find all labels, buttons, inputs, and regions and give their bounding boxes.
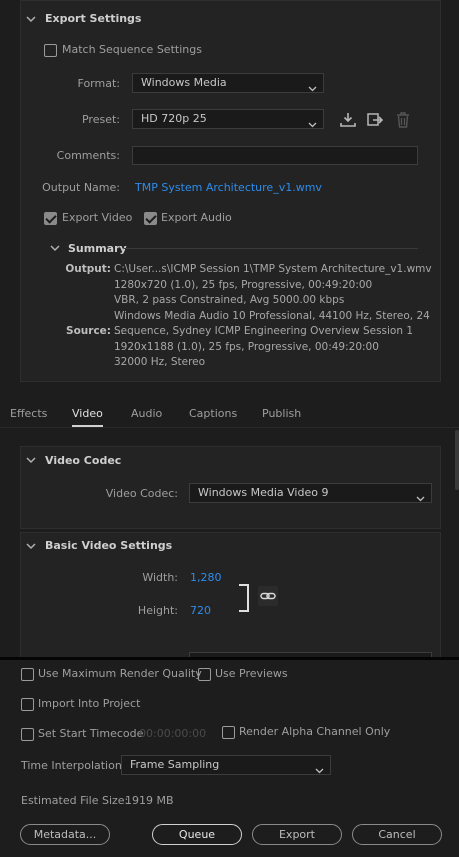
export-video-checkbox[interactable] [44,212,57,225]
summary-output-line: C:\User...s\ICMP Session 1\TMP System Ar… [114,263,432,275]
preset-select-value: HD 720p 25 [141,112,207,125]
start-timecode-value[interactable]: 00:00:00:00 [139,727,206,740]
set-start-timecode-checkbox[interactable] [21,728,34,741]
time-interpolation-select[interactable]: Frame Sampling [121,755,331,775]
output-name-label: Output Name: [42,181,120,194]
delete-preset-icon[interactable] [394,111,412,129]
comments-input[interactable] [132,146,418,165]
import-into-project-checkbox[interactable] [21,698,34,711]
summary-output-label: Output: [65,263,111,275]
export-button[interactable]: Export [252,824,342,845]
time-interpolation-label: Time Interpolation: [21,759,126,772]
chain-link-icon[interactable] [258,586,278,606]
video-codec-label: Video Codec: [105,487,178,500]
chevron-down-icon [315,762,324,780]
import-preset-icon[interactable] [366,111,384,129]
max-render-quality-checkbox[interactable] [21,668,34,681]
queue-button[interactable]: Queue [152,824,242,845]
preset-label: Preset: [81,113,120,126]
match-sequence-checkbox[interactable] [44,44,57,57]
set-start-timecode-label: Set Start Timecode [38,727,144,740]
summary-source-line: 32000 Hz, Stereo [114,356,206,368]
video-codec-select-value: Windows Media Video 9 [198,486,329,499]
use-previews-label: Use Previews [215,667,288,680]
summary-source-line: Sequence, Sydney ICMP Engineering Overvi… [114,325,414,337]
render-alpha-checkbox[interactable] [222,726,235,739]
width-label: Width: [142,571,178,584]
import-into-project-label: Import Into Project [38,697,141,710]
export-video-label: Export Video [62,211,133,224]
metadata-button[interactable]: Metadata... [20,824,110,845]
save-preset-icon[interactable] [339,111,357,129]
video-codec-header: Video Codec [45,454,122,467]
video-codec-select[interactable]: Windows Media Video 9 [189,483,432,503]
comments-label: Comments: [56,149,120,162]
height-label: Height: [137,604,178,617]
render-alpha-label: Render Alpha Channel Only [239,725,391,738]
settings-tabs: Effects Video Audio Captions Publish [0,400,459,428]
summary-source-values: Sequence, Sydney ICMP Engineering Overvi… [114,324,434,371]
scrollbar[interactable] [455,430,459,490]
summary-output-key: Output: [40,262,111,278]
export-settings-header: Export Settings [45,12,142,25]
chevron-down-icon [308,116,317,134]
tab-captions[interactable]: Captions [189,407,237,420]
height-value[interactable]: 720 [190,604,211,617]
summary-source-label: Source: [66,325,111,337]
basic-video-chevron-icon[interactable] [26,541,36,551]
format-select-value: Windows Media [141,76,227,89]
summary-header: Summary [68,242,127,255]
video-codec-chevron-icon[interactable] [26,455,36,465]
export-settings-chevron-icon[interactable] [26,14,36,24]
export-audio-label: Export Audio [161,211,232,224]
summary-source-line: 1920x1188 (1.0), 25 fps, Progressive, 00… [114,340,379,353]
tab-video[interactable]: Video [72,407,103,427]
basic-video-header: Basic Video Settings [45,539,173,552]
tab-effects[interactable]: Effects [10,407,47,420]
tab-audio[interactable]: Audio [131,407,162,420]
estimated-file-size-value: 1919 MB [125,794,174,807]
time-interpolation-select-value: Frame Sampling [130,758,220,771]
use-previews-checkbox[interactable] [198,668,211,681]
max-render-quality-label: Use Maximum Render Quality [38,667,202,680]
match-sequence-label: Match Sequence Settings [62,43,202,56]
summary-chevron-icon[interactable] [50,243,60,253]
format-select[interactable]: Windows Media [132,73,324,93]
format-label: Format: [77,77,120,90]
export-audio-checkbox[interactable] [144,212,157,225]
chevron-down-icon [416,490,425,508]
estimated-file-size-label: Estimated File Size: [21,794,129,807]
width-value[interactable]: 1,280 [190,571,222,584]
summary-output-line: 1280x720 (1.0), 25 fps, Progressive, 00:… [114,278,373,291]
preset-select[interactable]: HD 720p 25 [132,109,324,129]
output-name-link[interactable]: TMP System Architecture_v1.wmv [135,181,322,194]
summary-divider [124,248,418,249]
dimension-link-bracket [239,584,249,612]
summary-output-line: VBR, 2 pass Constrained, Avg 5000.00 kbp… [114,294,345,306]
cancel-button[interactable]: Cancel [352,824,442,845]
chevron-down-icon [308,80,317,98]
summary-source-key: Source: [40,324,111,340]
tab-publish[interactable]: Publish [262,407,301,420]
